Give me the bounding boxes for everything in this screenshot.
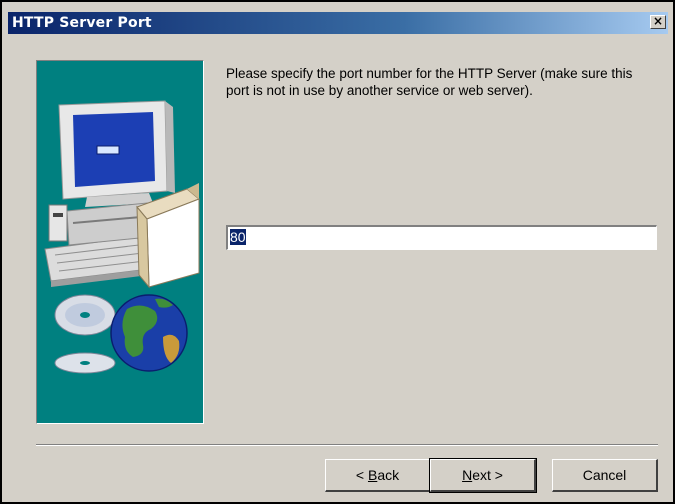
keyboard-icon xyxy=(44,202,150,287)
cancel-button-label: Cancel xyxy=(582,467,627,483)
button-separator xyxy=(36,444,658,446)
dialog-window: HTTP Server Port × Please specify the po… xyxy=(0,0,675,504)
cd-icon xyxy=(54,294,116,374)
back-button-label: ack xyxy=(377,467,400,483)
title-bar[interactable]: HTTP Server Port × xyxy=(8,12,668,34)
next-button-mnemonic: N xyxy=(462,467,473,483)
back-button-mnemonic: B xyxy=(367,467,378,483)
monitor-icon xyxy=(58,100,175,207)
back-button[interactable]: < Back xyxy=(325,459,431,492)
next-button-label: ext > xyxy=(472,467,503,483)
window-title: HTTP Server Port xyxy=(12,15,152,31)
back-button-prefix: < xyxy=(355,467,368,483)
computer-box-globe-cd-illustration xyxy=(44,100,200,374)
next-button[interactable]: Next > xyxy=(429,458,537,493)
wizard-side-panel xyxy=(36,60,204,424)
globe-icon xyxy=(110,294,188,372)
port-number-value[interactable]: 80 xyxy=(230,229,246,245)
close-button[interactable]: × xyxy=(650,15,666,29)
close-icon: × xyxy=(652,14,664,28)
instruction-text: Please specify the port number for the H… xyxy=(226,66,633,98)
cancel-button[interactable]: Cancel xyxy=(552,459,658,492)
port-number-field[interactable]: 80 xyxy=(226,225,657,250)
